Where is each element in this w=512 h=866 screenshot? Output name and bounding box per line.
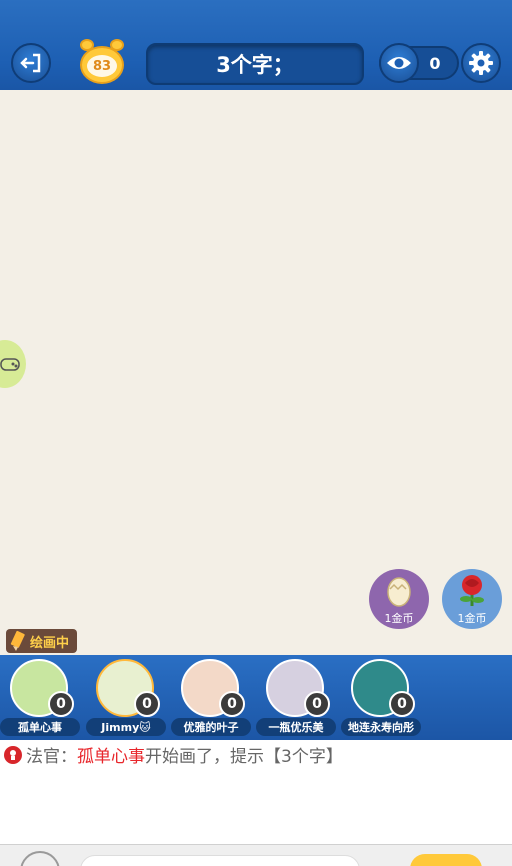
players-strip: 0 孤单心事 0 Jimmy🐱 0 优雅的叶子 0 一瓶优乐美 0 地连永寿向彤 [0,655,512,740]
game-screen: 83 3个字； 0 1金币 1金币 绘画中 0 孤单心事 0 Jimmy🐱 0 … [0,0,512,866]
gift-rose-button[interactable]: 1金币 [442,569,502,629]
side-panel-toggle[interactable] [0,340,26,388]
drawing-canvas[interactable] [0,90,512,655]
word-hint: 3个字； [146,43,364,85]
chat-input[interactable] [80,855,360,866]
player-name: 孤单心事 [0,718,80,736]
chat-player-name: 孤单心事 [77,747,145,767]
viewers-button[interactable] [379,43,419,83]
player-card[interactable]: 0 地连永寿向彤 [341,659,421,739]
eye-icon [387,57,411,69]
gift-rose-price: 1金币 [457,612,487,625]
player-score: 0 [219,691,245,717]
judge-icon [4,745,22,764]
chat-log: 法官： 孤单心事 开始画了，提示【3个字】 [0,740,512,844]
countdown-timer: 83 [78,38,126,86]
player-name: 一瓶优乐美 [256,718,336,736]
player-card[interactable]: 0 一瓶优乐美 [256,659,336,739]
chat-message: 法官： 孤单心事 开始画了，提示【3个字】 [4,742,343,767]
player-name: 优雅的叶子 [171,718,251,736]
player-name: Jimmy🐱 [86,718,166,736]
player-card[interactable]: 0 孤单心事 [0,659,80,739]
exit-icon [20,53,41,73]
pencil-icon [10,630,25,651]
gear-icon [469,51,493,75]
top-bar: 83 3个字； 0 [0,0,512,90]
player-score: 0 [389,691,415,717]
drawing-status-badge: 绘画中 [6,629,77,653]
egg-icon [387,577,411,607]
player-card[interactable]: 0 Jimmy🐱 [86,659,166,739]
player-card[interactable]: 0 优雅的叶子 [171,659,251,739]
alarm-clock-icon: 83 [80,46,124,84]
input-bar [0,844,512,866]
gift-egg-button[interactable]: 1金币 [369,569,429,629]
timer-value: 83 [87,55,117,77]
voice-button[interactable] [20,851,60,866]
exit-button[interactable] [11,43,51,83]
gamepad-icon [0,358,20,371]
rose-icon [460,575,484,606]
viewer-count: 0 [429,53,441,73]
player-score: 0 [134,691,160,717]
drawing-status-label: 绘画中 [30,635,70,651]
send-button[interactable] [410,854,482,866]
player-score: 0 [304,691,330,717]
gift-egg-price: 1金币 [384,612,414,625]
player-score: 0 [48,691,74,717]
settings-button[interactable] [461,43,501,83]
chat-text: 开始画了，提示【3个字】 [145,747,343,767]
chat-sender: 法官： [26,747,77,767]
player-name: 地连永寿向彤 [341,718,421,736]
